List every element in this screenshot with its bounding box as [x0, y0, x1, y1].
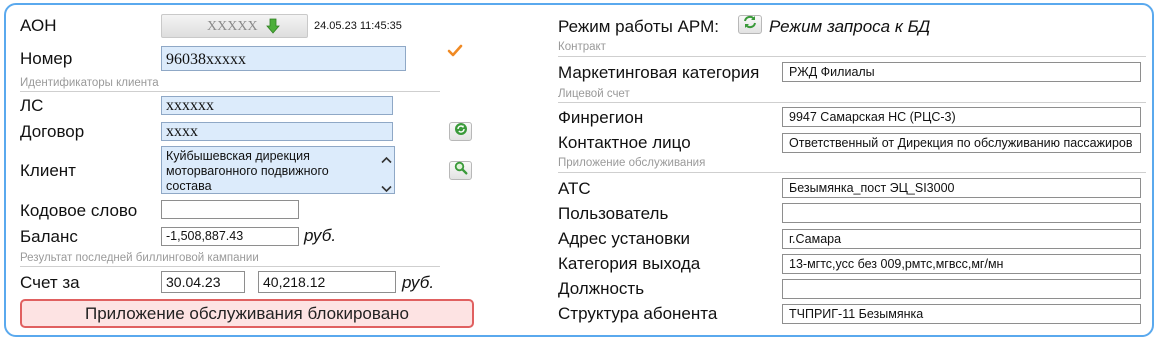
search-button[interactable] — [449, 161, 472, 180]
marketing-field[interactable]: РЖД Филиалы — [782, 62, 1141, 82]
exit-category-label: Категория выхода — [558, 254, 701, 273]
refresh-icon — [454, 122, 468, 141]
balans-field[interactable]: -1,508,887.43 — [161, 227, 299, 246]
schet-date-field[interactable]: 30.04.23 — [161, 271, 245, 293]
dogovor-label: Договор — [20, 122, 85, 141]
divider — [20, 266, 440, 267]
section-contract: Контракт — [558, 41, 606, 53]
balans-unit: руб. — [304, 226, 337, 245]
chevron-up-icon[interactable] — [381, 151, 392, 169]
address-label: Адрес установки — [558, 229, 691, 248]
search-icon — [454, 161, 468, 180]
klient-label: Клиент — [20, 161, 76, 180]
mode-label: Режим работы АРМ: — [558, 17, 719, 36]
address-field[interactable]: г.Самара — [782, 229, 1141, 249]
mode-refresh-button[interactable] — [738, 15, 762, 34]
klient-text: Куйбышевская дирекция моторвагонного под… — [166, 149, 329, 193]
arrow-down-icon — [266, 18, 280, 39]
dogovor-field[interactable]: xxxx — [161, 122, 393, 141]
finregion-label: Финрегион — [558, 108, 644, 127]
kodovoe-slovo-field[interactable] — [161, 200, 299, 219]
section-service: Приложение обслуживания — [558, 157, 706, 169]
chevron-down-icon[interactable] — [381, 180, 392, 198]
nomer-label: Номер — [20, 49, 73, 68]
nomer-field[interactable]: 96038xxxxx — [161, 46, 406, 71]
divider — [558, 56, 1146, 57]
schet-label: Счет за — [20, 273, 80, 292]
structure-label: Структура абонента — [558, 304, 718, 323]
refresh-button[interactable] — [449, 122, 472, 141]
scrollbar[interactable] — [379, 147, 394, 193]
ats-field[interactable]: Безымянка_пост ЭЦ_SI3000 — [782, 178, 1141, 198]
divider — [558, 172, 1146, 173]
contact-label: Контактное лицо — [558, 133, 691, 152]
position-field[interactable] — [782, 279, 1141, 299]
refresh-icon — [743, 15, 757, 34]
user-field[interactable] — [782, 203, 1141, 223]
schet-amount-field[interactable]: 40,218.12 — [258, 271, 396, 293]
position-label: Должность — [558, 279, 645, 298]
aon-label: АОН — [20, 16, 57, 35]
ats-label: АТС — [558, 179, 591, 198]
divider — [20, 91, 440, 92]
aon-timestamp: 24.05.23 11:45:35 — [314, 20, 402, 32]
ls-field[interactable]: xxxxxx — [161, 96, 393, 115]
section-client-ids: Идентификаторы клиента — [20, 77, 159, 89]
marketing-label: Маркетинговая категория — [558, 63, 760, 82]
schet-unit: руб. — [402, 273, 435, 292]
aon-value: XXXXX — [207, 19, 258, 34]
exit-category-field[interactable]: 13-мгтс,усс без 009,рмтс,мгвсс,мг/мн — [782, 254, 1141, 274]
contact-field[interactable]: Ответственный от Дирекция по обслуживани… — [782, 133, 1141, 153]
klient-textarea[interactable]: Куйбышевская дирекция моторвагонного под… — [161, 146, 395, 194]
structure-field[interactable]: ТЧПРИГ-11 Безымянка — [782, 304, 1141, 324]
checkmark-icon — [447, 44, 463, 63]
kodovoe-slovo-label: Кодовое слово — [20, 201, 138, 220]
user-label: Пользователь — [558, 204, 669, 223]
mode-value: Режим запроса к БД — [769, 17, 931, 36]
finregion-field[interactable]: 9947 Самарская НС (РЦС-3) — [782, 107, 1141, 127]
ls-label: ЛС — [20, 96, 44, 115]
blocked-banner: Приложение обслуживания блокировано — [20, 299, 474, 328]
aon-button[interactable]: XXXXX — [161, 14, 308, 38]
balans-label: Баланс — [20, 227, 78, 246]
section-account: Лицевой счет — [558, 88, 630, 100]
divider — [558, 102, 1146, 103]
section-billing: Результат последней биллинговой кампании — [20, 252, 259, 264]
